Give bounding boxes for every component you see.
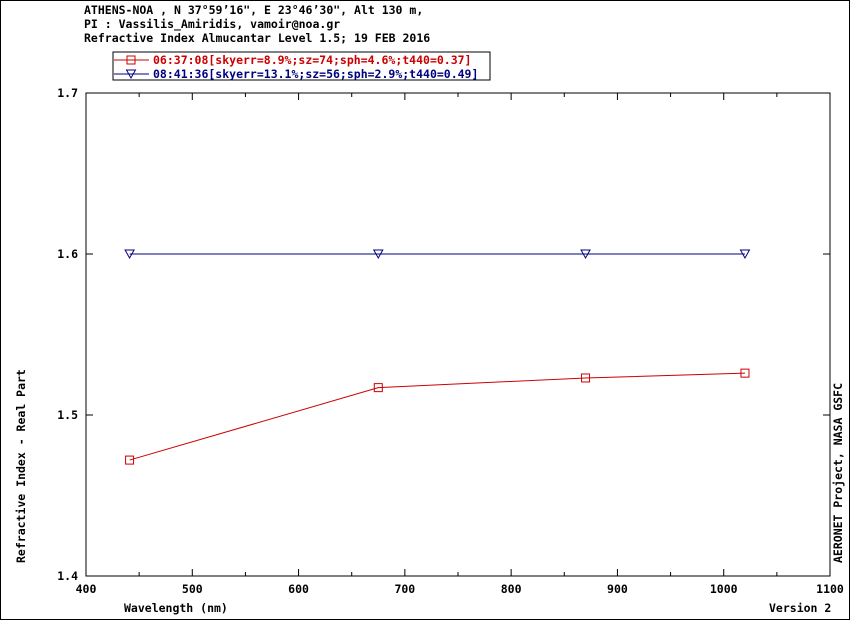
side-credit-label: AERONET Project, NASA GSFC [831, 383, 845, 563]
refractive-index-chart: ATHENS-NOA , N 37°59’16", E 23°46’30", A… [14, 3, 845, 615]
y-tick-label: 1.6 [57, 247, 78, 261]
y-tick-label: 1.5 [57, 408, 78, 422]
x-tick-label: 400 [76, 582, 97, 596]
x-tick-label: 1100 [816, 582, 844, 596]
header-line-1: ATHENS-NOA , N 37°59’16", E 23°46’30", A… [84, 3, 423, 17]
axis-ticks: 400 500 600 700 800 900 1000 1100 1.4 1.5 1.6 1.7 [57, 86, 844, 596]
legend-label-series-1: 06:37:08[skyerr=8.9%;sz=74;sph=4.6%;t440… [153, 53, 472, 67]
x-axis-label: Wavelength (nm) [124, 601, 228, 615]
y-tick-label: 1.7 [57, 86, 78, 100]
x-tick-label: 900 [607, 582, 628, 596]
plot-area-frame [85, 92, 831, 577]
x-tick-label: 600 [288, 582, 309, 596]
x-tick-label: 700 [394, 582, 415, 596]
x-tick-label: 500 [182, 582, 203, 596]
series-layer [124, 249, 751, 465]
header-line-3: Refractive Index Almucantar Level 1.5; 1… [84, 31, 430, 45]
legend-label-series-2: 08:41:36[skyerr=13.1%;sz=56;sph=2.9%;t44… [153, 67, 478, 81]
y-axis-label: Refractive Index - Real Part [14, 369, 28, 563]
x-tick-label: 800 [501, 582, 522, 596]
series-1-line [129, 372, 745, 461]
version-label: Version 2 [769, 601, 831, 615]
y-tick-label: 1.4 [57, 569, 78, 583]
header-line-2: PI : Vassilis_Amiridis, vamoir@noa.gr [84, 17, 340, 32]
chart-page: ATHENS-NOA , N 37°59’16", E 23°46’30", A… [0, 0, 850, 620]
x-tick-label: 1000 [710, 582, 738, 596]
